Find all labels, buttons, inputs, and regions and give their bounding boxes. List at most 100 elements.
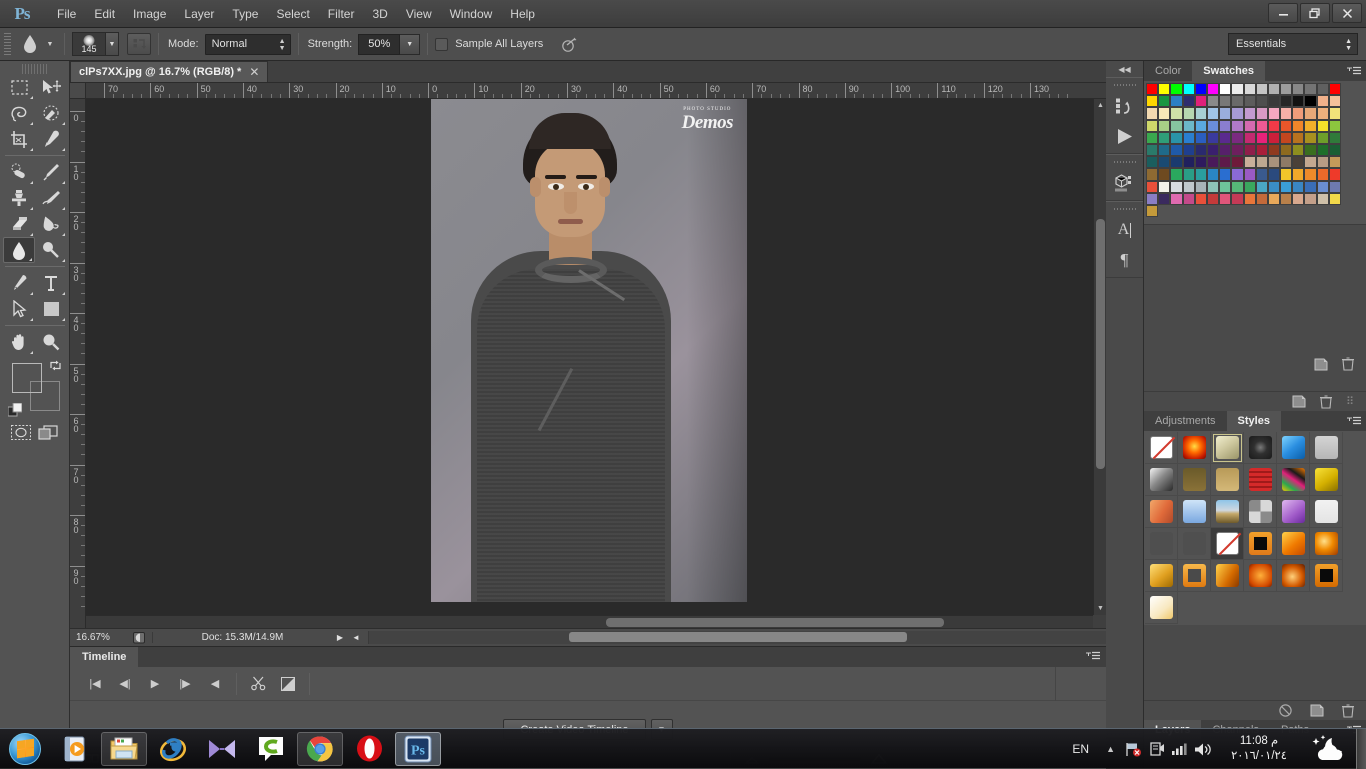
color-swatch[interactable] <box>1182 95 1195 108</box>
color-swatch[interactable] <box>1231 156 1244 169</box>
color-swatch[interactable] <box>1280 83 1293 96</box>
style-preset-gray-gradient[interactable] <box>1145 464 1178 496</box>
style-preset-paper-fold[interactable] <box>1310 496 1343 528</box>
split-at-playhead-icon[interactable] <box>243 673 273 695</box>
tab-color[interactable]: Color <box>1144 61 1193 81</box>
color-swatch[interactable] <box>1206 131 1220 144</box>
dock-group-grip[interactable] <box>1106 158 1143 166</box>
ruler-origin-corner[interactable] <box>70 83 86 99</box>
previous-frame-button[interactable]: ◀| <box>110 673 140 695</box>
color-swatch[interactable] <box>1328 107 1341 120</box>
zoom-level-input[interactable]: 16.67% <box>70 632 126 643</box>
color-swatch[interactable] <box>1243 119 1256 132</box>
workspace-select[interactable]: Essentials ▲ ▼ <box>1228 33 1358 55</box>
style-preset-fire-black-center[interactable] <box>1244 528 1277 560</box>
style-preset-red-plaid[interactable] <box>1244 464 1277 496</box>
foreground-color-swatch[interactable] <box>12 363 42 393</box>
color-swatch[interactable] <box>1292 131 1305 144</box>
menu-3d[interactable]: 3D <box>363 2 396 26</box>
menu-layer[interactable]: Layer <box>175 2 223 26</box>
swap-colors-icon[interactable] <box>49 359 62 372</box>
weather-night-cloud-icon[interactable] <box>1304 734 1356 764</box>
color-swatch[interactable] <box>1328 192 1341 205</box>
timeline-panel-menu-icon[interactable] <box>1086 651 1100 661</box>
styles-grid-container[interactable] <box>1144 431 1366 625</box>
color-swatch[interactable] <box>1316 180 1329 193</box>
taskbar-opera-browser[interactable] <box>346 732 392 766</box>
color-swatch[interactable] <box>1206 168 1220 181</box>
color-swatch[interactable] <box>1316 95 1329 108</box>
document-image[interactable]: PHOTO STUDIO Demos <box>431 99 747 602</box>
color-swatch[interactable] <box>1292 168 1305 181</box>
color-swatch[interactable] <box>1243 192 1256 205</box>
style-preset-yellow-bevel[interactable] <box>1310 464 1343 496</box>
style-preset-dark-target[interactable] <box>1244 432 1277 464</box>
color-swatch[interactable] <box>1267 168 1281 181</box>
color-swatch[interactable] <box>1292 95 1305 108</box>
color-swatch[interactable] <box>1316 156 1329 169</box>
color-swatch[interactable] <box>1255 168 1268 181</box>
color-swatch[interactable] <box>1280 168 1293 181</box>
color-swatch[interactable] <box>1158 83 1171 96</box>
menu-view[interactable]: View <box>397 2 441 26</box>
quick-mask-mode-button[interactable] <box>11 425 32 441</box>
spot-healing-brush-tool[interactable] <box>3 159 35 185</box>
menu-filter[interactable]: Filter <box>319 2 364 26</box>
color-swatch[interactable] <box>1206 83 1220 96</box>
color-panel-menu-icon[interactable] <box>1347 66 1361 76</box>
color-swatch[interactable] <box>1158 95 1171 108</box>
color-swatch[interactable] <box>1194 168 1207 181</box>
menu-select[interactable]: Select <box>267 2 318 26</box>
color-swatch[interactable] <box>1231 119 1244 132</box>
color-swatch[interactable] <box>1231 95 1244 108</box>
color-swatch[interactable] <box>1328 156 1341 169</box>
color-swatch[interactable] <box>1280 131 1293 144</box>
color-swatch[interactable] <box>1304 180 1317 193</box>
color-swatch[interactable] <box>1170 168 1183 181</box>
color-swatch[interactable] <box>1146 168 1159 181</box>
style-preset-landscape[interactable] <box>1211 496 1244 528</box>
color-swatch[interactable] <box>1255 95 1268 108</box>
color-swatch[interactable] <box>1194 156 1207 169</box>
color-swatch[interactable] <box>1219 156 1232 169</box>
color-swatch[interactable] <box>1267 83 1281 96</box>
menu-image[interactable]: Image <box>124 2 175 26</box>
color-swatch[interactable] <box>1280 95 1293 108</box>
lasso-tool[interactable] <box>3 100 35 126</box>
color-swatch[interactable] <box>1316 119 1329 132</box>
blend-mode-select[interactable]: Normal ▲ ▼ <box>204 33 291 55</box>
style-preset-rainbow-abstract[interactable] <box>1277 464 1310 496</box>
menu-help[interactable]: Help <box>501 2 544 26</box>
color-swatch[interactable] <box>1146 192 1159 205</box>
color-swatch[interactable] <box>1146 204 1159 218</box>
no-entry-icon[interactable] <box>1279 704 1292 717</box>
toggle-brush-panel-button[interactable] <box>127 33 151 55</box>
color-swatch[interactable] <box>1182 192 1195 205</box>
canvas-viewport[interactable]: PHOTO STUDIO Demos <box>86 99 1093 615</box>
color-swatch[interactable] <box>1304 107 1317 120</box>
color-swatch[interactable] <box>1267 131 1281 144</box>
color-swatch[interactable] <box>1304 156 1317 169</box>
status-scroll-thumb[interactable] <box>569 632 907 642</box>
color-swatch[interactable] <box>1231 168 1244 181</box>
style-preset-olive-gradient[interactable] <box>1178 464 1211 496</box>
color-swatch[interactable] <box>1231 83 1244 96</box>
taskbar-file-explorer[interactable] <box>101 731 147 766</box>
options-bar-grip[interactable] <box>4 33 11 55</box>
color-swatch[interactable] <box>1170 119 1183 132</box>
color-swatch[interactable] <box>1304 95 1317 108</box>
color-swatch[interactable] <box>1316 192 1329 205</box>
color-swatch[interactable] <box>1292 192 1305 205</box>
color-swatch[interactable] <box>1231 107 1244 120</box>
color-swatch[interactable] <box>1280 180 1293 193</box>
color-swatch[interactable] <box>1219 168 1232 181</box>
tab-adjustments[interactable]: Adjustments <box>1144 411 1227 431</box>
color-swatch[interactable] <box>1328 83 1341 96</box>
style-preset-fire-gold[interactable] <box>1277 528 1310 560</box>
transition-icon[interactable] <box>273 673 303 695</box>
style-preset-ember[interactable] <box>1277 560 1310 592</box>
style-preset-fire-burst[interactable] <box>1310 528 1343 560</box>
color-swatch[interactable] <box>1158 119 1171 132</box>
smudge-tool-icon[interactable] <box>17 31 43 57</box>
color-swatch[interactable] <box>1292 119 1305 132</box>
